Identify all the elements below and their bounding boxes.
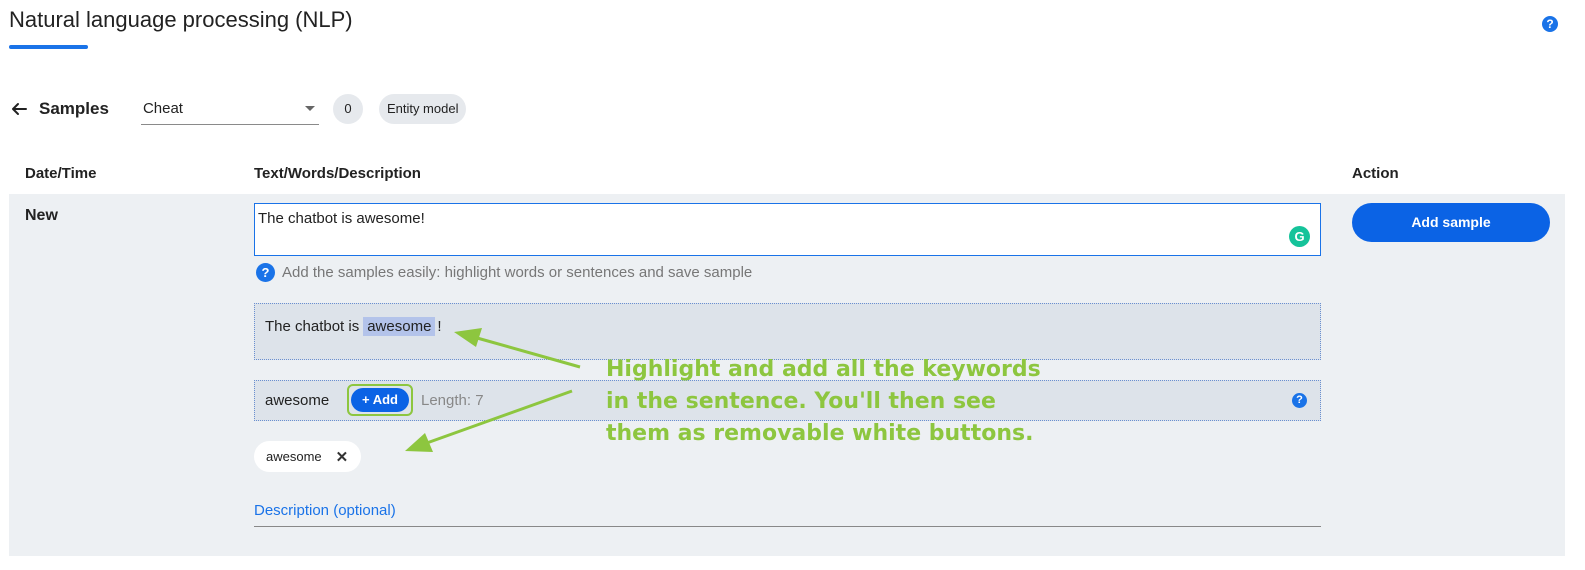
add-keyword-highlight: + Add xyxy=(347,384,413,416)
highlight-text-after: ! xyxy=(437,318,442,335)
keyword-length: Length: 7 xyxy=(421,392,484,409)
hint-text: Add the samples easily: highlight words … xyxy=(282,264,753,281)
column-header-datetime: Date/Time xyxy=(25,165,97,182)
tutorial-annotation: Highlight and add all the keywords in th… xyxy=(606,354,1076,450)
help-icon[interactable]: ? xyxy=(1292,393,1307,408)
help-icon[interactable]: ? xyxy=(1542,16,1558,32)
selected-keyword: awesome xyxy=(265,392,330,409)
highlight-area[interactable]: The chatbot is awesome ! xyxy=(254,303,1321,360)
annotation-line-3: them as removable white buttons. xyxy=(606,421,1034,446)
description-placeholder: Description (optional) xyxy=(254,502,396,519)
description-field[interactable]: Description (optional) xyxy=(254,502,1321,527)
highlight-sentence: The chatbot is awesome ! xyxy=(265,317,442,336)
caret-down-icon xyxy=(304,106,315,111)
keyword-chip: awesome ✕ xyxy=(254,441,361,472)
add-keyword-button[interactable]: + Add xyxy=(351,388,409,412)
samples-label: Samples xyxy=(39,99,109,118)
title-underline xyxy=(9,45,88,49)
grammarly-icon[interactable]: G xyxy=(1289,226,1310,247)
close-icon[interactable]: ✕ xyxy=(336,448,349,466)
column-header-text: Text/Words/Description xyxy=(254,165,421,182)
annotation-line-1: Highlight and add all the keywords xyxy=(606,357,1041,382)
highlighted-word[interactable]: awesome xyxy=(363,317,436,336)
entity-model-chip[interactable]: Entity model xyxy=(378,94,467,124)
row-label-new: New xyxy=(25,207,58,224)
hint: ? Add the samples easily: highlight word… xyxy=(256,263,752,282)
intent-select-value: Cheat xyxy=(142,100,183,117)
arrow-left-icon[interactable] xyxy=(9,99,29,119)
toolbar: Samples Cheat 0 Entity model xyxy=(9,93,467,125)
help-circle-icon: ? xyxy=(256,263,275,282)
highlight-text-before: The chatbot is xyxy=(265,318,360,335)
sample-count-badge: 0 xyxy=(332,94,363,124)
add-sample-button[interactable]: Add sample xyxy=(1352,203,1550,242)
column-header-action: Action xyxy=(1352,165,1399,182)
page-title: Natural language processing (NLP) xyxy=(9,7,353,32)
sample-text-value: The chatbot is awesome! xyxy=(258,210,425,227)
intent-select[interactable]: Cheat xyxy=(140,93,319,125)
annotation-line-2: in the sentence. You'll then see xyxy=(606,389,996,414)
sample-text-input[interactable]: The chatbot is awesome! G xyxy=(254,203,1321,256)
keyword-chip-label: awesome xyxy=(266,449,322,464)
